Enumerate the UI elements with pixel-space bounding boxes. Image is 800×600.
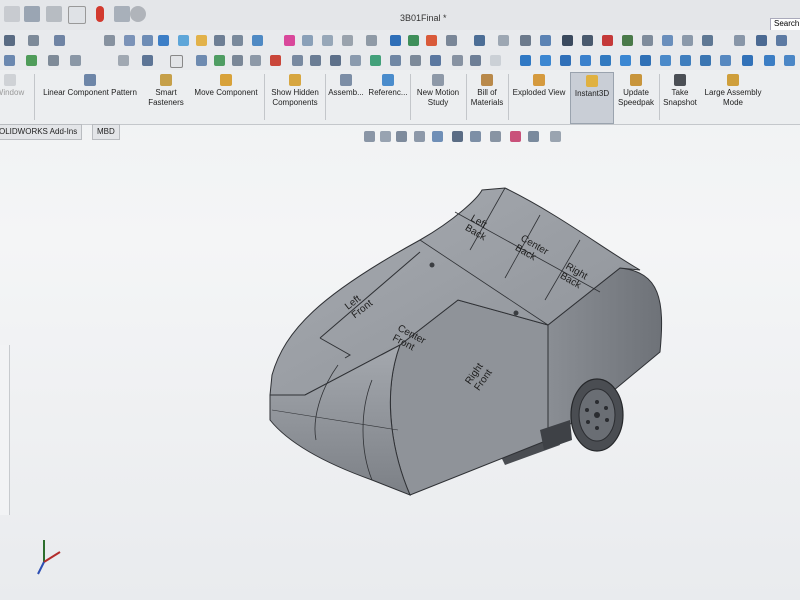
screw-icon	[513, 310, 519, 316]
wheel	[570, 378, 624, 452]
solidworks-window: 3B01Final * Search indow Linear Componen…	[0, 0, 800, 600]
reference-triad-icon	[37, 540, 61, 575]
screw-icon	[429, 262, 435, 268]
robot-assembly[interactable]: LeftFront LeftBack CenterBack RightBack …	[269, 187, 663, 496]
graphics-area[interactable]: LeftFront LeftBack CenterBack RightBack …	[0, 0, 800, 600]
